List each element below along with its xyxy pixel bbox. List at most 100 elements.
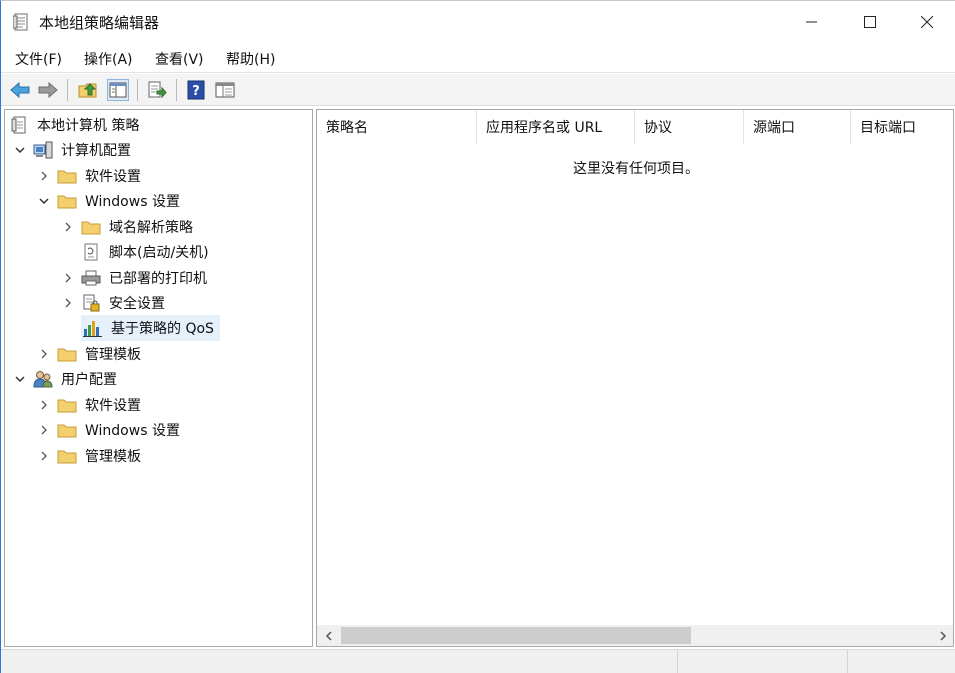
column-header-app-url[interactable]: 应用程序名或 URL [477,110,635,144]
tree-item-label: 管理模板 [85,449,141,465]
maximize-button[interactable] [841,1,899,43]
tree-item-admin-templates[interactable]: 管理模板 [37,342,143,366]
help-button[interactable]: ? [185,79,207,101]
folder-icon [57,447,77,465]
scroll-right-button[interactable] [933,625,953,646]
toolbar-separator [67,79,68,101]
tree-item-label: 已部署的打印机 [109,271,207,287]
close-icon [921,16,933,28]
column-header-policy-name[interactable]: 策略名 [317,110,477,144]
menu-view[interactable]: 查看(V) [155,49,204,69]
toolbar: ? [1,74,955,106]
tree-item-selection: 基于策略的 QoS [81,315,220,341]
show-hide-tree-icon [109,82,127,98]
tree-item-printers[interactable]: 已部署的打印机 [61,266,209,290]
maximize-icon [864,16,876,28]
help-icon: ? [187,80,205,100]
chevron-down-icon[interactable] [37,194,51,208]
tree-item-label: 管理模板 [85,347,141,363]
forward-button[interactable] [37,79,59,101]
minimize-button[interactable] [783,1,841,43]
folder-icon [81,218,101,236]
tree-item-user-software-settings[interactable]: 软件设置 [37,393,143,417]
tree-item-label: 脚本(启动/关机) [109,245,209,261]
tree-item-security-settings[interactable]: 安全设置 [61,291,167,315]
column-header-source-port[interactable]: 源端口 [744,110,851,144]
back-button[interactable] [9,79,31,101]
folder-icon [57,167,77,185]
chevron-down-icon[interactable] [13,372,27,386]
tree-item-windows-settings[interactable]: Windows 设置 [37,189,182,213]
column-header-protocol[interactable]: 协议 [635,110,744,144]
computer-icon [33,141,53,159]
chevron-right-icon[interactable] [61,296,75,310]
status-bar [1,649,955,673]
tree-item-label: 软件设置 [85,398,141,414]
chevron-right-icon[interactable] [37,449,51,463]
tree-pane[interactable]: 本地计算机 策略 计算机配置 软件设置 Windows 设置 域名解析策略 脚本… [4,109,313,647]
chevron-left-icon [325,630,332,641]
export-list-button[interactable] [146,79,168,101]
toolbar-separator [137,79,138,101]
minimize-icon [806,21,817,23]
tree-item-scripts[interactable]: 脚本(启动/关机) [61,240,211,264]
tree-item-label: Windows 设置 [85,194,180,210]
list-pane[interactable]: 策略名 应用程序名或 URL 协议 源端口 目标端口 这里没有任何项目。 [316,109,954,647]
properties-button[interactable] [214,79,236,101]
qos-bar-chart-icon [83,319,103,337]
tree-item-label: 域名解析策略 [109,220,193,236]
chevron-right-icon[interactable] [61,220,75,234]
scrollbar-thumb[interactable] [341,627,691,644]
chevron-right-icon[interactable] [61,271,75,285]
show-hide-tree-button[interactable] [107,79,129,101]
up-level-button[interactable] [77,79,99,101]
tree-item-label: 安全设置 [109,296,165,312]
policy-document-icon [9,116,29,134]
tree-item-label: Windows 设置 [85,423,180,439]
up-folder-icon [78,83,97,98]
chevron-right-icon [940,630,947,641]
properties-icon [215,82,235,98]
printer-icon [81,269,101,287]
tree-item-user-windows-settings[interactable]: Windows 设置 [37,418,182,442]
tree-item-label: 计算机配置 [61,143,131,159]
svg-text:?: ? [192,84,200,99]
folder-icon [57,345,77,363]
gpedit-window: 本地组策略编辑器 文件(F) 操作(A) 查看(V) 帮助(H) ? 本地计算机… [0,0,955,673]
tree-item-label: 基于策略的 QoS [111,321,214,337]
tree-item-dns-policy[interactable]: 域名解析策略 [61,215,195,239]
tree-item-label: 用户配置 [61,372,117,388]
window-title: 本地组策略编辑器 [39,14,160,32]
chevron-down-icon[interactable] [13,143,27,157]
menu-file[interactable]: 文件(F) [15,49,62,69]
folder-open-icon [57,192,77,210]
forward-arrow-icon [38,82,58,98]
tree-item-qos[interactable]: 基于策略的 QoS [61,315,220,341]
tree-item-computer-config[interactable]: 计算机配置 [13,138,133,162]
tree-item-user-admin-templates[interactable]: 管理模板 [37,444,143,468]
menu-help[interactable]: 帮助(H) [226,49,275,69]
back-arrow-icon [10,82,30,98]
menu-bar: 文件(F) 操作(A) 查看(V) 帮助(H) [1,45,955,73]
horizontal-scrollbar[interactable] [317,625,953,646]
users-icon [33,370,53,388]
empty-list-message: 这里没有任何项目。 [573,161,699,177]
menu-action[interactable]: 操作(A) [84,49,133,69]
tree-item-label: 软件设置 [85,169,141,185]
title-bar[interactable]: 本地组策略编辑器 [1,1,955,43]
column-header-dest-port[interactable]: 目标端口 [851,110,953,144]
chevron-right-icon[interactable] [37,398,51,412]
tree-item-label: 本地计算机 策略 [37,118,140,134]
chevron-right-icon[interactable] [37,423,51,437]
status-cell [677,650,847,673]
gpedit-app-icon [12,13,29,31]
chevron-right-icon[interactable] [37,169,51,183]
chevron-right-icon[interactable] [37,347,51,361]
close-button[interactable] [898,1,955,43]
tree-item-software-settings[interactable]: 软件设置 [37,164,143,188]
security-lock-icon [81,294,101,312]
tree-item-root[interactable]: 本地计算机 策略 [9,113,141,137]
status-cell [847,650,955,673]
tree-item-user-config[interactable]: 用户配置 [13,367,119,391]
scroll-left-button[interactable] [319,625,339,646]
